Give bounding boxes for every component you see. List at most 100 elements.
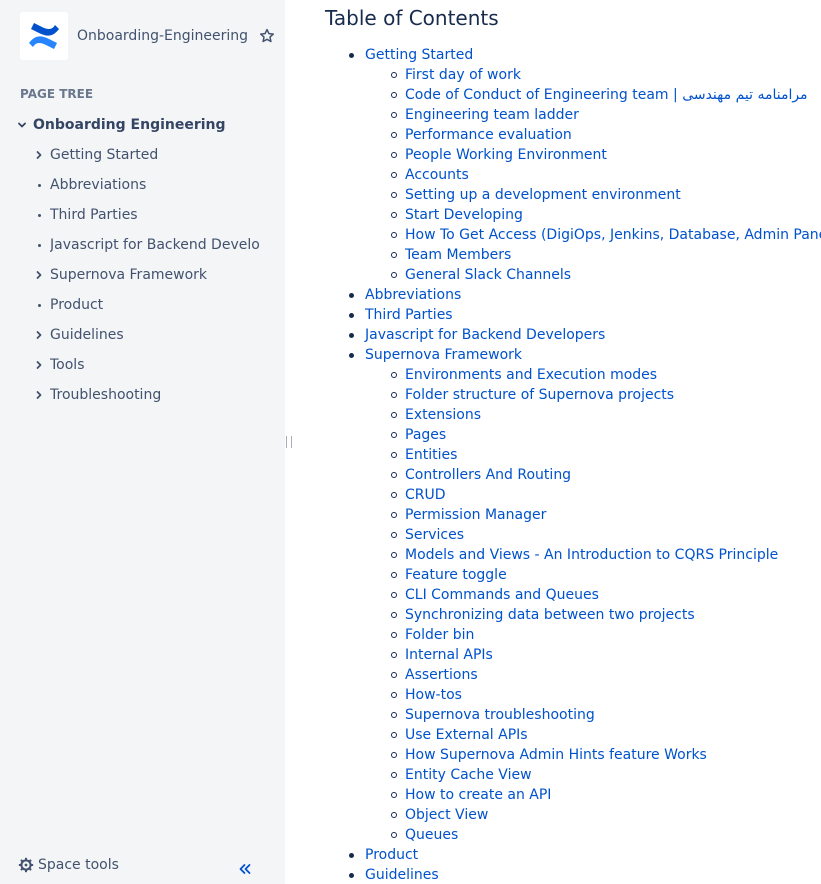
toc-link-third-parties[interactable]: Third Parties (365, 307, 453, 323)
chevron-right-icon[interactable] (33, 269, 45, 281)
toc-link[interactable]: First day of work (405, 67, 521, 83)
page-tree: Onboarding Engineering Getting Started Ab… (0, 110, 285, 410)
toc-subitem: Object View (365, 805, 821, 825)
tree-item-label: Tools (50, 357, 85, 373)
toc-link[interactable]: Supernova troubleshooting (405, 707, 595, 723)
toc-link-product[interactable]: Product (365, 847, 418, 863)
toc-link[interactable]: CLI Commands and Queues (405, 587, 599, 603)
page-tree-heading: PAGE TREE (20, 87, 94, 101)
toc-subitem: First day of work (365, 65, 821, 85)
toc-link[interactable]: Performance evaluation (405, 127, 572, 143)
toc-link[interactable]: How-tos (405, 687, 462, 703)
toc-link[interactable]: How Supernova Admin Hints feature Works (405, 747, 707, 763)
space-name[interactable]: Onboarding-Engineering (77, 28, 257, 44)
toc-subitem: Models and Views - An Introduction to CQ… (365, 545, 821, 565)
chevron-right-icon[interactable] (33, 149, 45, 161)
tree-item-label: Onboarding Engineering (33, 117, 226, 133)
toc-subitem: How-tos (365, 685, 821, 705)
tree-item-guidelines[interactable]: Guidelines (0, 320, 259, 350)
tree-item-label: Supernova Framework (50, 267, 208, 283)
toc-link[interactable]: Entities (405, 447, 457, 463)
tree-item-troubleshooting[interactable]: Troubleshooting (0, 380, 259, 410)
toc-link[interactable]: Synchronizing data between two projects (405, 607, 695, 623)
toc-link-getting-started[interactable]: Getting Started (365, 47, 473, 63)
toc-link[interactable]: Team Members (405, 247, 511, 263)
tree-item-label: Troubleshooting (50, 387, 162, 403)
chevron-right-icon[interactable] (33, 359, 45, 371)
toc-link-abbreviations[interactable]: Abbreviations (365, 287, 461, 303)
toc-subitem: How To Get Access (DigiOps, Jenkins, Dat… (365, 225, 821, 245)
toc-item-row: Abbreviations (349, 285, 821, 305)
toc-link[interactable]: Extensions (405, 407, 481, 423)
toc-link[interactable]: General Slack Channels (405, 267, 571, 283)
toc-link[interactable]: Assertions (405, 667, 478, 683)
toc-item-row: Javascript for Backend Developers (349, 325, 821, 345)
page-title: Table of Contents (325, 6, 499, 30)
toc-subitem: CRUD (365, 485, 821, 505)
tree-item-product[interactable]: Product (0, 290, 259, 320)
star-icon[interactable] (257, 26, 277, 46)
tree-item-label: Javascript for Backend Developers (50, 237, 259, 253)
tree-item-label: Third Parties (50, 207, 138, 223)
toc-subitem: Supernova troubleshooting (365, 705, 821, 725)
toc-link[interactable]: How To Get Access (DigiOps, Jenkins, Dat… (405, 227, 821, 243)
toc-link[interactable]: Engineering team ladder (405, 107, 579, 123)
toc-subitem: Performance evaluation (365, 125, 821, 145)
bullet-icon (33, 239, 45, 251)
space-tools-label: Space tools (38, 857, 119, 873)
space-tools-button[interactable]: Space tools (18, 857, 119, 873)
toc-link[interactable]: Folder structure of Supernova projects (405, 387, 674, 403)
tree-item-onboarding-engineering[interactable]: Onboarding Engineering (0, 110, 285, 140)
toc-subitem: Queues (365, 825, 821, 845)
tree-item-abbreviations[interactable]: Abbreviations (0, 170, 259, 200)
toc-link[interactable]: Permission Manager (405, 507, 546, 523)
toc-link[interactable]: Accounts (405, 167, 469, 183)
toc-link[interactable]: CRUD (405, 487, 446, 503)
toc-item-row: Third Parties (349, 305, 821, 325)
tree-item-third-parties[interactable]: Third Parties (0, 200, 259, 230)
toc-link[interactable]: Services (405, 527, 464, 543)
toc-link[interactable]: Internal APIs (405, 647, 493, 663)
toc-link[interactable]: People Working Environment (405, 147, 607, 163)
toc-link[interactable]: Pages (405, 427, 446, 443)
toc-link[interactable]: How to create an API (405, 787, 551, 803)
tree-item-tools[interactable]: Tools (0, 350, 259, 380)
toc-link-guidelines[interactable]: Guidelines (365, 867, 439, 883)
toc-link[interactable]: Setting up a development environment (405, 187, 681, 203)
confluence-logo-icon[interactable] (20, 12, 68, 60)
toc-link[interactable]: Feature toggle (405, 567, 507, 583)
toc-link[interactable]: Environments and Execution modes (405, 367, 657, 383)
toc-subitem: Entity Cache View (365, 765, 821, 785)
gear-icon (18, 857, 34, 873)
toc-link[interactable]: Entity Cache View (405, 767, 532, 783)
toc-subitem: Setting up a development environment (365, 185, 821, 205)
tree-item-label: Abbreviations (50, 177, 147, 193)
toc-link[interactable]: Object View (405, 807, 488, 823)
toc-link[interactable]: Code of Conduct of Engineering team | مر… (405, 87, 808, 103)
chevron-right-icon[interactable] (33, 329, 45, 341)
toc-subitem: Permission Manager (365, 505, 821, 525)
toc-link[interactable]: Start Developing (405, 207, 523, 223)
toc-link[interactable]: Models and Views - An Introduction to CQ… (405, 547, 778, 563)
chevron-right-icon[interactable] (33, 389, 45, 401)
tree-item-javascript-for-backend-developers[interactable]: Javascript for Backend Developers (0, 230, 259, 260)
chevron-down-icon[interactable] (16, 119, 28, 131)
double-chevron-left-icon[interactable] (236, 860, 254, 878)
bullet-icon (33, 299, 45, 311)
toc-link-supernova-framework[interactable]: Supernova Framework (365, 347, 522, 363)
toc-link-javascript-for-backend-developers[interactable]: Javascript for Backend Developers (365, 327, 605, 343)
toc-link[interactable]: Folder bin (405, 627, 474, 643)
toc-subitem: Feature toggle (365, 565, 821, 585)
toc-subitem: Extensions (365, 405, 821, 425)
toc-subitem: Services (365, 525, 821, 545)
toc-subitem: Pages (365, 425, 821, 445)
toc-link[interactable]: Use External APIs (405, 727, 528, 743)
toc-link[interactable]: Queues (405, 827, 458, 843)
toc-subitem: Code of Conduct of Engineering team | مر… (365, 85, 821, 105)
tree-item-getting-started[interactable]: Getting Started (0, 140, 259, 170)
tree-item-label: Guidelines (50, 327, 124, 343)
tree-item-supernova-framework[interactable]: Supernova Framework (0, 260, 259, 290)
toc-subitem: Assertions (365, 665, 821, 685)
toc-link[interactable]: Controllers And Routing (405, 467, 571, 483)
table-of-contents: Getting Started First day of work Code of … (325, 45, 821, 884)
